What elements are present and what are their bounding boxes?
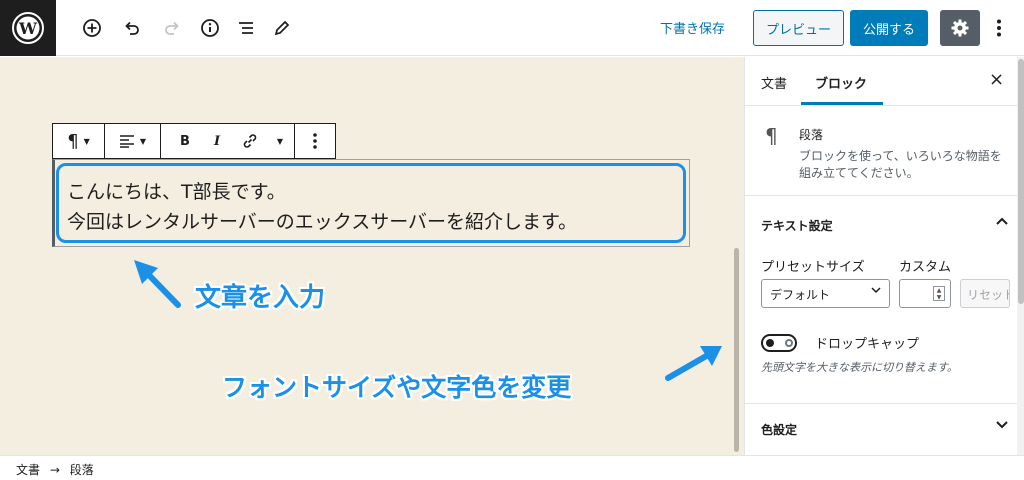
number-spinner-icon[interactable]: ▲ ▼	[933, 286, 945, 301]
annotation-highlight-paragraph	[56, 163, 686, 243]
text-settings-title: テキスト設定	[761, 219, 833, 233]
chevron-down-icon	[995, 418, 1009, 434]
pilcrow-icon: ¶	[765, 124, 778, 148]
save-draft-button[interactable]: 下書き保存	[660, 18, 725, 37]
close-icon[interactable]: ×	[989, 69, 1004, 90]
drop-cap-toggle[interactable]	[761, 334, 797, 352]
chevron-down-icon	[871, 287, 881, 297]
edit-pencil-icon[interactable]	[268, 14, 296, 42]
preset-size-label: プリセットサイズ	[761, 260, 865, 275]
wordpress-logo-icon[interactable]: W	[0, 0, 56, 56]
format-group: B I ▼	[161, 124, 295, 158]
undo-icon[interactable]	[118, 14, 146, 42]
block-toolbar: ¶ ▼ ▼ B I ▼	[52, 123, 336, 159]
caret-down-icon: ▼	[276, 136, 284, 146]
tab-block[interactable]: ブロック	[815, 73, 867, 92]
editor-footer: 文書 → 段落	[0, 455, 1024, 480]
breadcrumb: 文書 → 段落	[16, 461, 94, 478]
tab-document[interactable]: 文書	[761, 73, 787, 92]
align-left-icon	[119, 135, 134, 148]
sidebar-scrollbar[interactable]	[1017, 57, 1024, 455]
add-block-icon[interactable]	[78, 14, 106, 42]
block-card: ¶ 段落 ブロックを使って、いろいろな物語を組み立ててください。	[745, 106, 1017, 196]
sidebar-tabs: 文書 ブロック ×	[745, 57, 1024, 106]
block-more-options-icon[interactable]	[295, 124, 335, 158]
preset-size-select[interactable]: デフォルト	[761, 279, 890, 308]
color-settings-title: 色設定	[761, 423, 798, 437]
annotation-input-text: 文章を入力	[195, 283, 326, 313]
drop-cap-help: 先頭文字を大きな表示に切り替えます。	[761, 361, 958, 374]
editor-header: W 下書き保存 プレビュー 公開する	[0, 0, 1024, 56]
text-settings-panel-toggle[interactable]: テキスト設定	[745, 200, 1017, 250]
pilcrow-icon: ¶	[67, 130, 79, 152]
custom-size-input[interactable]: ▲ ▼	[899, 279, 951, 308]
block-navigation-icon[interactable]	[232, 14, 260, 42]
active-tab-indicator	[801, 102, 883, 105]
svg-text:W: W	[18, 19, 38, 38]
more-format-button[interactable]: ▼	[267, 124, 293, 158]
caret-down-icon: ▼	[139, 136, 147, 146]
reset-button[interactable]: リセット	[960, 279, 1010, 308]
block-card-title: 段落	[799, 128, 824, 142]
redo-icon[interactable]	[158, 14, 186, 42]
link-button[interactable]	[233, 124, 267, 158]
color-settings-panel-toggle[interactable]: 色設定	[745, 404, 1017, 454]
paragraph-type-button[interactable]: ¶ ▼	[53, 124, 104, 158]
block-options-group	[295, 124, 335, 158]
custom-size-label: カスタム	[899, 260, 952, 275]
chevron-up-icon	[995, 214, 1009, 230]
breadcrumb-document[interactable]: 文書	[16, 463, 40, 477]
drop-cap-label: ドロップキャップ	[815, 337, 920, 352]
more-options-icon[interactable]	[988, 14, 1010, 42]
preview-button[interactable]: プレビュー	[753, 10, 844, 46]
link-icon	[243, 134, 257, 148]
italic-button[interactable]: I	[201, 124, 233, 158]
preset-size-value: デフォルト	[770, 288, 831, 302]
bold-button[interactable]: B	[169, 124, 201, 158]
breadcrumb-arrow-icon: →	[49, 463, 60, 477]
settings-gear-icon[interactable]	[940, 10, 980, 46]
toggle-off-indicator	[785, 339, 793, 347]
align-button[interactable]: ▼	[105, 124, 160, 158]
annotation-change-font: フォントサイズや文字色を変更	[222, 373, 572, 402]
info-icon[interactable]	[196, 14, 224, 42]
sidebar-scrollbar-thumb[interactable]	[1018, 59, 1024, 304]
block-card-description: ブロックを使って、いろいろな物語を組み立ててください。	[799, 149, 1002, 180]
alignment-group: ▼	[105, 124, 161, 158]
block-type-group: ¶ ▼	[53, 124, 105, 158]
canvas-scrollbar[interactable]	[734, 248, 739, 452]
breadcrumb-paragraph[interactable]: 段落	[70, 463, 94, 477]
caret-down-icon: ▼	[83, 136, 90, 146]
publish-button[interactable]: 公開する	[850, 10, 928, 46]
toggle-knob	[766, 339, 774, 347]
settings-sidebar: 文書 ブロック × ¶ 段落 ブロックを使って、いろいろな物語を組み立ててくださ…	[744, 57, 1024, 455]
